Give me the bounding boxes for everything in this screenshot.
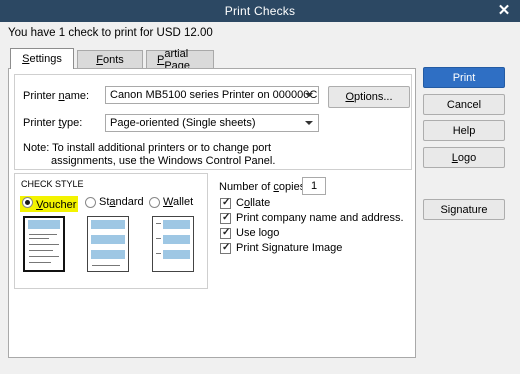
tab-partial-key: P: [157, 54, 165, 66]
check-style-title: CHECK STYLE: [21, 179, 84, 189]
tab-bar: Settings Fonts Partial Page: [10, 48, 214, 72]
checkbox-checked-icon: [220, 242, 231, 254]
stub-line: [29, 244, 59, 245]
use-logo-label: Use logo: [236, 227, 280, 239]
check-band: [163, 235, 190, 244]
radio-unselected-icon: [149, 196, 160, 208]
print-company-label: Print company name and address.: [236, 212, 404, 224]
check-band: [163, 220, 190, 229]
print-button[interactable]: Print: [423, 67, 505, 88]
stub-line: [29, 250, 53, 251]
standard-label: Standard: [99, 196, 144, 208]
check-band: [28, 220, 60, 229]
print-company-checkbox[interactable]: Print company name and address.: [220, 212, 404, 224]
stub-line: [29, 234, 57, 235]
check-band: [163, 250, 190, 259]
tab-settings-key: S: [22, 53, 30, 65]
printer-type-value: Page-oriented (Single sheets): [110, 117, 256, 129]
chevron-down-icon: [305, 121, 313, 125]
stub-line: [92, 265, 120, 266]
stub-line: [29, 262, 51, 263]
copies-input[interactable]: 1: [302, 177, 326, 195]
radio-voucher[interactable]: Voucher: [20, 196, 79, 212]
checkbox-checked-icon: [220, 227, 231, 239]
printer-name-label: Printer name:: [23, 90, 90, 102]
voucher-highlight: Voucher: [20, 196, 79, 212]
logo-button[interactable]: Logo: [423, 147, 505, 168]
copies-label: Number of copies:: [219, 181, 309, 193]
printer-type-select[interactable]: Page-oriented (Single sheets): [105, 114, 319, 132]
print-signature-checkbox[interactable]: Print Signature Image: [220, 242, 342, 254]
help-button[interactable]: Help: [423, 120, 505, 141]
print-checks-dialog: Print Checks ✕ You have 1 check to print…: [0, 0, 520, 374]
radio-standard[interactable]: Standard: [85, 196, 144, 208]
checkbox-checked-icon: [220, 197, 231, 209]
stub-line: [156, 223, 161, 224]
use-logo-checkbox[interactable]: Use logo: [220, 227, 279, 239]
printer-type-label: Printer type:: [23, 117, 83, 129]
stub-line: [29, 238, 49, 239]
radio-selected-icon: [22, 197, 33, 208]
note-line-2: assignments, use the Windows Control Pan…: [51, 155, 276, 167]
collate-checkbox[interactable]: Collate: [220, 197, 270, 209]
print-summary: You have 1 check to print for USD 12.00: [8, 27, 213, 39]
print-signature-label: Print Signature Image: [236, 242, 343, 254]
printer-note: Note: To install additional printers or …: [23, 142, 323, 168]
note-line-1: Note: To install additional printers or …: [23, 142, 272, 154]
check-band: [91, 235, 125, 244]
title-bar: Print Checks ✕: [0, 0, 520, 22]
check-band: [91, 220, 125, 229]
printer-name-value: Canon MB5100 series Printer on 000000C..…: [110, 89, 319, 101]
tab-fonts-key: F: [96, 54, 103, 66]
wallet-label: Wallet: [163, 196, 194, 208]
standard-thumbnail[interactable]: [87, 216, 129, 272]
printer-name-select[interactable]: Canon MB5100 series Printer on 000000C..…: [105, 86, 319, 104]
radio-wallet[interactable]: Wallet: [149, 196, 193, 208]
stub-line: [156, 238, 161, 239]
radio-unselected-icon: [85, 196, 96, 208]
tab-fonts-label: onts: [102, 54, 124, 66]
voucher-thumbnail[interactable]: [23, 216, 65, 272]
check-style-group: CHECK STYLE Voucher Standard Wallet: [14, 173, 208, 289]
window-title: Print Checks: [224, 4, 296, 18]
tab-settings[interactable]: Settings: [10, 48, 74, 69]
tab-partial-page[interactable]: Partial Page: [146, 48, 214, 72]
collate-label: Collate: [236, 197, 271, 209]
signature-button[interactable]: Signature: [423, 199, 505, 220]
tab-settings-label: ettings: [29, 53, 62, 65]
tab-fonts[interactable]: Fonts: [77, 50, 143, 69]
wallet-thumbnail[interactable]: [152, 216, 194, 272]
voucher-label: oucher: [42, 199, 77, 211]
close-icon[interactable]: ✕: [496, 2, 512, 20]
printer-group: Printer name: Canon MB5100 series Printe…: [14, 74, 412, 170]
stub-line: [29, 256, 59, 257]
settings-panel: Printer name: Canon MB5100 series Printe…: [8, 68, 416, 358]
check-band: [91, 250, 125, 259]
checkbox-checked-icon: [220, 212, 231, 224]
options-button[interactable]: Options...: [328, 86, 410, 108]
chevron-down-icon: [305, 93, 313, 97]
stub-line: [156, 253, 161, 254]
cancel-button[interactable]: Cancel: [423, 94, 505, 115]
